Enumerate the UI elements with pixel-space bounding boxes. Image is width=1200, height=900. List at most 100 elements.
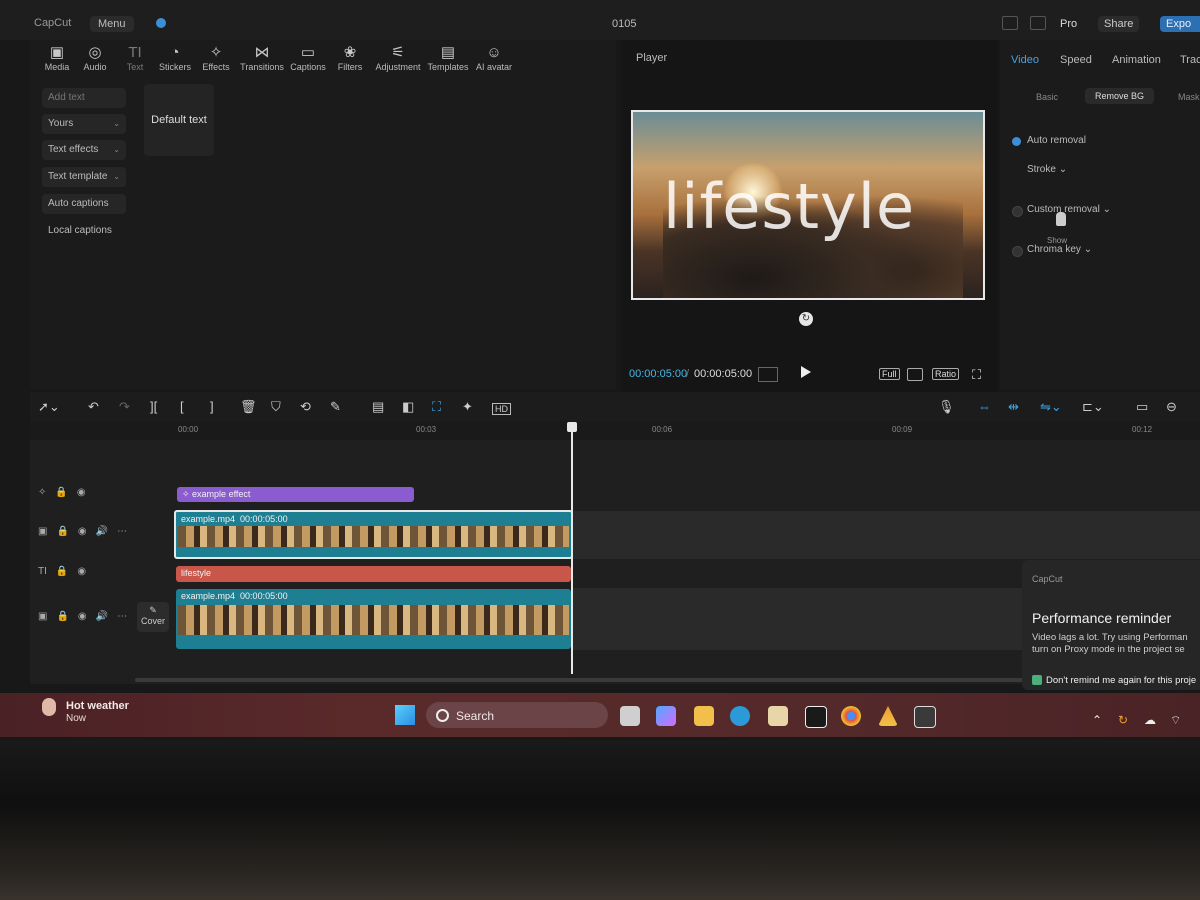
subtab-mask[interactable]: Mask xyxy=(1178,92,1200,102)
eye-icon[interactable]: ◉ xyxy=(77,566,86,577)
volume-icon[interactable]: 🔊 xyxy=(96,611,108,622)
snap-icon[interactable]: ⇹ xyxy=(1008,399,1019,415)
ratio-button[interactable]: Ratio xyxy=(932,368,960,380)
zoom-out-icon[interactable]: ⊖ xyxy=(1166,399,1177,415)
tab-track[interactable]: Track xyxy=(1180,54,1200,66)
sidebar-item-auto-captions[interactable]: Auto captions xyxy=(42,194,126,214)
split-left-icon[interactable]: [ xyxy=(180,399,184,414)
tab-animation[interactable]: Animation xyxy=(1112,54,1161,66)
split-icon[interactable]: ][ xyxy=(150,399,157,414)
wifi-icon[interactable]: ⌔ xyxy=(1170,713,1181,728)
rotate-icon[interactable]: ↻ xyxy=(799,312,813,326)
full-button[interactable]: Full xyxy=(879,368,900,380)
mirror-icon[interactable]: ◧ xyxy=(402,399,414,415)
more-icon[interactable]: ⋯ xyxy=(117,611,127,622)
loop-icon[interactable]: ⟲ xyxy=(300,399,311,415)
linkage-icon[interactable]: ⇋⌄ xyxy=(1040,399,1062,415)
overlay-video-clip[interactable]: example.mp4 00:00:05:00 xyxy=(176,589,571,649)
tab-speed[interactable]: Speed xyxy=(1060,54,1092,66)
adjustment-icon: ⚟ xyxy=(391,44,405,61)
main-video-clip[interactable]: example.mp4 00:00:05:00 xyxy=(174,510,573,559)
text-clip[interactable]: lifestyle xyxy=(176,566,571,582)
caption-toggle-icon[interactable]: ▭ xyxy=(1136,399,1148,415)
sidebar-item-add-text[interactable]: Add text xyxy=(42,88,126,108)
microphone-icon[interactable]: 🎙 xyxy=(938,399,955,415)
timeline-ruler[interactable] xyxy=(30,422,1200,440)
default-text-card[interactable]: Default text xyxy=(144,84,214,156)
lock-icon[interactable]: 🔒 xyxy=(55,487,67,498)
weather-title[interactable]: Hot weather xyxy=(66,700,129,712)
export-button[interactable]: Expo xyxy=(1160,16,1200,32)
copilot-icon[interactable] xyxy=(656,706,676,726)
hd-icon[interactable]: HD xyxy=(492,403,511,415)
cloud-icon[interactable]: ☁ xyxy=(1144,713,1156,727)
volume-icon[interactable]: 🔊 xyxy=(96,526,108,537)
link-main-track-icon[interactable]: ⇔ xyxy=(978,399,991,414)
capcut-taskbar-icon[interactable] xyxy=(914,706,936,728)
tradingview-icon[interactable] xyxy=(805,706,827,728)
sidebar-item-yours[interactable]: Yours ⌄ xyxy=(42,114,126,134)
pro-button[interactable]: Pro xyxy=(1060,18,1077,30)
eye-icon[interactable]: ◉ xyxy=(77,487,86,498)
tab-effects[interactable]: ✧ Effects xyxy=(190,44,242,72)
tab-templates[interactable]: ▤ Templates xyxy=(422,44,474,72)
mask-shield-icon[interactable]: ⛉ xyxy=(271,399,281,415)
stroke-dropdown[interactable]: Stroke ⌄ xyxy=(1027,164,1067,175)
remove-bg-icon[interactable]: ⛶ xyxy=(432,399,441,415)
store-icon[interactable] xyxy=(768,706,788,726)
undo-icon[interactable]: ↶ xyxy=(88,399,99,415)
tab-ai-avatar[interactable]: ☺ AI avatar xyxy=(468,44,520,72)
custom-removal-checkbox[interactable] xyxy=(1012,206,1023,217)
effect-clip[interactable]: ✧ example effect xyxy=(177,487,414,502)
subtab-basic[interactable]: Basic xyxy=(1036,92,1058,102)
tab-filters[interactable]: ❀ Filters xyxy=(324,44,376,72)
taskbar-search[interactable] xyxy=(426,702,608,728)
play-icon[interactable] xyxy=(801,366,811,378)
tab-transitions[interactable]: ⋈ Transitions xyxy=(236,44,288,72)
sync-icon[interactable]: ↻ xyxy=(1118,713,1128,727)
file-explorer-icon[interactable] xyxy=(694,706,714,726)
tab-video[interactable]: Video xyxy=(1011,54,1039,66)
subtab-remove-bg[interactable]: Remove BG xyxy=(1085,88,1155,104)
delete-icon[interactable]: 🗑 xyxy=(240,399,257,415)
share-button[interactable]: Share xyxy=(1098,16,1140,32)
lock-icon[interactable]: 🔒 xyxy=(56,526,68,537)
sidebar-item-local-captions[interactable]: Local captions xyxy=(42,221,126,241)
redo-icon[interactable]: ↷ xyxy=(119,399,130,415)
tab-adjustment[interactable]: ⚟ Adjustment xyxy=(372,44,424,72)
video-preview[interactable]: lifestyle xyxy=(631,110,985,300)
edge-icon[interactable] xyxy=(730,706,750,726)
preview-axis-icon[interactable]: ⊏⌄ xyxy=(1082,399,1104,415)
custom-removal-label[interactable]: Custom removal ⌄ xyxy=(1027,204,1111,215)
lock-icon[interactable]: 🔒 xyxy=(56,611,68,622)
thermometer-icon[interactable] xyxy=(42,698,56,716)
menu-button[interactable]: Menu xyxy=(90,16,134,32)
ai-tool-icon[interactable]: ✎ xyxy=(330,399,341,415)
eye-icon[interactable]: ◉ xyxy=(78,611,87,622)
eye-icon[interactable]: ◉ xyxy=(78,526,87,537)
lock-icon[interactable]: 🔒 xyxy=(56,566,68,577)
more-icon[interactable]: ⋯ xyxy=(117,526,127,537)
fullscreen-icon[interactable]: ⛶ xyxy=(972,367,981,383)
playhead[interactable] xyxy=(571,424,573,674)
sidebar-item-text-effects[interactable]: Text effects ⌄ xyxy=(42,140,126,160)
shortcut-icon[interactable] xyxy=(1030,16,1046,30)
sidebar-item-text-template[interactable]: Text template ⌄ xyxy=(42,167,126,187)
timeline-grid-icon[interactable] xyxy=(758,367,778,382)
split-right-icon[interactable]: ] xyxy=(210,399,214,414)
cover-button[interactable]: ✎ Cover xyxy=(137,602,169,632)
task-view-icon[interactable] xyxy=(620,706,640,726)
chroma-key-checkbox[interactable] xyxy=(1012,246,1023,257)
main-track-header: ▣ 🔒 ◉ 🔊 ⋯ xyxy=(30,526,142,537)
chevron-up-icon[interactable]: ⌃ xyxy=(1092,713,1102,727)
chroma-key-label[interactable]: Chroma key ⌄ xyxy=(1027,244,1092,255)
select-tool-icon[interactable]: ➚⌄ xyxy=(38,399,60,415)
layout-icon[interactable] xyxy=(1002,16,1018,30)
auto-removal-checkbox[interactable] xyxy=(1012,137,1021,146)
windows-start-icon[interactable] xyxy=(395,705,415,725)
magic-wand-icon[interactable]: ✦ xyxy=(462,399,473,415)
dont-remind-checkbox[interactable] xyxy=(1032,675,1042,685)
chrome-icon[interactable] xyxy=(841,706,861,726)
crop-icon[interactable] xyxy=(907,368,923,381)
freeze-icon[interactable]: ▤ xyxy=(372,399,384,415)
